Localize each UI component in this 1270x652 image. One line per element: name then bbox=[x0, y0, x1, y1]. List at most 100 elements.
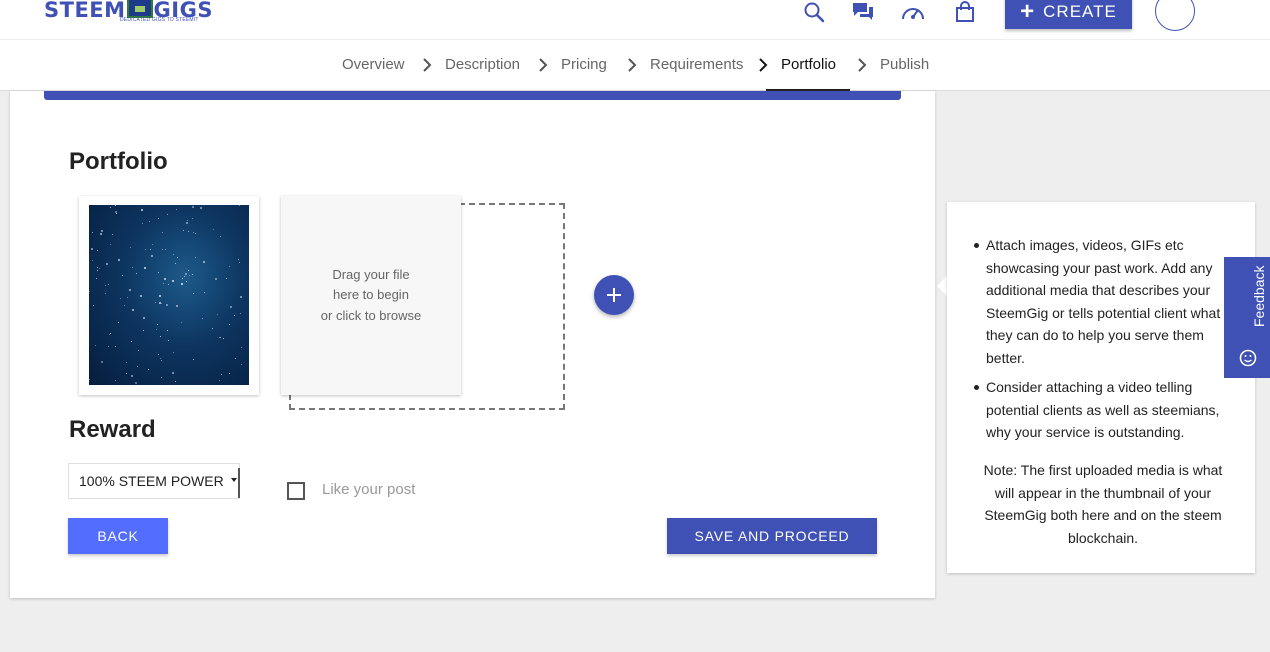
star-dot bbox=[97, 250, 98, 251]
reward-title: Reward bbox=[69, 416, 156, 443]
star-dot bbox=[193, 293, 194, 294]
create-button[interactable]: + CREATE bbox=[1005, 0, 1132, 29]
chevron-right-icon bbox=[858, 58, 867, 72]
star-dot bbox=[219, 380, 220, 381]
star-dot bbox=[172, 280, 174, 282]
star-dot bbox=[115, 346, 116, 347]
star-dot bbox=[156, 329, 157, 330]
step-description[interactable]: Description bbox=[445, 56, 520, 73]
star-dot bbox=[110, 207, 111, 208]
star-dot bbox=[189, 275, 190, 276]
star-dot bbox=[181, 322, 182, 323]
star-dot bbox=[235, 358, 236, 359]
smiley-icon bbox=[1239, 349, 1257, 367]
save-and-proceed-button[interactable]: SAVE AND PROCEED bbox=[667, 518, 877, 554]
star-dot bbox=[188, 231, 189, 232]
step-publish[interactable]: Publish bbox=[880, 56, 929, 73]
tips-pointer bbox=[937, 276, 947, 296]
star-dot bbox=[127, 297, 128, 298]
star-dot bbox=[241, 364, 242, 365]
star-dot bbox=[183, 230, 184, 231]
speedometer-icon[interactable] bbox=[900, 0, 926, 24]
star-dot bbox=[158, 272, 159, 273]
star-dot bbox=[159, 302, 161, 304]
shopping-bag-icon[interactable] bbox=[952, 0, 978, 24]
step-pricing[interactable]: Pricing bbox=[561, 56, 607, 73]
star-dot bbox=[100, 233, 102, 235]
star-dot bbox=[212, 328, 213, 329]
plus-icon: + bbox=[1020, 0, 1036, 25]
star-dot bbox=[238, 259, 239, 260]
star-dot bbox=[149, 221, 150, 222]
avatar[interactable] bbox=[1155, 0, 1195, 31]
step-portfolio[interactable]: Portfolio bbox=[781, 56, 836, 73]
feedback-tab[interactable]: Feedback bbox=[1224, 257, 1270, 378]
star-dot bbox=[97, 270, 98, 271]
star-dot bbox=[240, 313, 241, 314]
star-dot bbox=[108, 346, 109, 347]
star-dot bbox=[240, 296, 242, 298]
back-button[interactable]: BACK bbox=[68, 518, 168, 554]
star-dot bbox=[163, 283, 164, 284]
plus-icon bbox=[607, 288, 621, 302]
star-dot bbox=[160, 336, 161, 337]
tip-item: Consider attaching a video telling poten… bbox=[974, 376, 1236, 444]
starry-sky-image bbox=[89, 205, 249, 385]
star-dot bbox=[229, 266, 230, 267]
dropzone-text-line: Drag your file bbox=[332, 266, 410, 282]
star-dot bbox=[184, 276, 185, 277]
star-dot bbox=[200, 207, 202, 209]
star-dot bbox=[182, 278, 183, 279]
star-dot bbox=[157, 324, 158, 325]
star-dot bbox=[177, 257, 178, 258]
star-dot bbox=[187, 220, 188, 221]
portfolio-media-thumbnail[interactable] bbox=[79, 196, 259, 395]
star-dot bbox=[118, 259, 120, 261]
dropzone-text-line: here to begin bbox=[333, 287, 409, 303]
star-dot bbox=[115, 205, 116, 206]
star-dot bbox=[223, 338, 224, 339]
star-dot bbox=[142, 223, 143, 224]
star-dot bbox=[186, 281, 187, 282]
create-button-label: CREATE bbox=[1043, 1, 1117, 21]
star-dot bbox=[122, 275, 123, 276]
star-dot bbox=[126, 373, 127, 374]
steemgigs-logo[interactable]: STEEM GIGS DEDICATED GIGS TO STEEMIT bbox=[44, 0, 213, 24]
star-dot bbox=[188, 270, 189, 271]
file-dropzone[interactable]: Drag your file here to begin or click to… bbox=[281, 196, 461, 395]
star-dot bbox=[213, 229, 214, 230]
search-icon[interactable] bbox=[801, 0, 827, 24]
reward-select[interactable]: 100% STEEM POWER bbox=[68, 463, 240, 499]
chat-icon[interactable] bbox=[850, 0, 876, 24]
star-dot bbox=[161, 360, 162, 361]
star-dot bbox=[229, 373, 230, 374]
star-dot bbox=[215, 278, 217, 280]
star-dot bbox=[96, 278, 97, 279]
star-dot bbox=[124, 305, 125, 306]
add-media-button[interactable] bbox=[594, 275, 634, 315]
step-overview[interactable]: Overview bbox=[342, 56, 405, 73]
star-dot bbox=[112, 234, 113, 235]
star-dot bbox=[195, 257, 196, 258]
star-dot bbox=[192, 218, 193, 219]
star-dot bbox=[230, 306, 232, 308]
star-dot bbox=[140, 295, 142, 297]
tips-panel: Attach images, videos, GIFs etc showcasi… bbox=[947, 202, 1255, 573]
star-dot bbox=[152, 244, 153, 245]
star-dot bbox=[241, 347, 242, 348]
star-dot bbox=[126, 362, 127, 363]
star-dot bbox=[185, 273, 187, 275]
like-post-label[interactable]: Like your post bbox=[322, 481, 415, 498]
star-dot bbox=[135, 382, 137, 384]
step-requirements[interactable]: Requirements bbox=[650, 56, 743, 73]
star-dot bbox=[89, 379, 90, 380]
like-post-checkbox[interactable] bbox=[287, 482, 305, 500]
star-dot bbox=[162, 249, 163, 250]
star-dot bbox=[93, 305, 94, 306]
star-dot bbox=[181, 283, 183, 285]
logo-tagline: DEDICATED GIGS TO STEEMIT bbox=[120, 17, 199, 23]
star-dot bbox=[136, 273, 137, 274]
star-dot bbox=[108, 284, 109, 285]
star-dot bbox=[239, 205, 240, 206]
star-dot bbox=[115, 380, 116, 381]
